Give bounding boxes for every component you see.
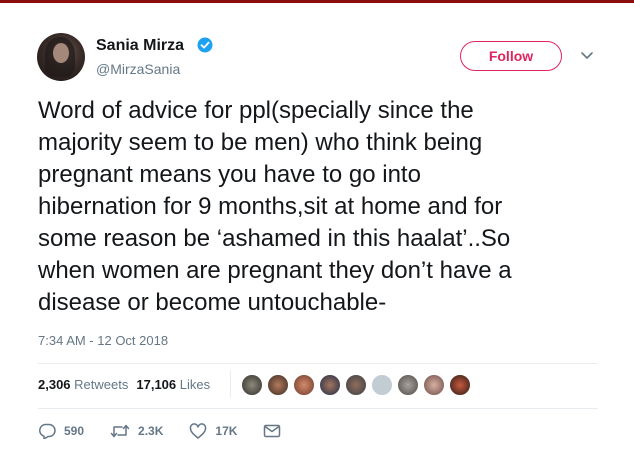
follow-button[interactable]: Follow <box>460 41 562 71</box>
liker-avatar[interactable] <box>397 374 419 396</box>
retweet-count: 2.3K <box>138 424 164 438</box>
reply-icon <box>38 423 56 439</box>
divider <box>38 363 598 364</box>
liker-avatar[interactable] <box>371 374 393 396</box>
liker-avatar[interactable] <box>241 374 263 396</box>
direct-message-icon <box>264 424 281 438</box>
tweet-actions: 590 2.3K 17K <box>38 423 315 439</box>
retweet-icon <box>110 424 130 438</box>
liker-avatars <box>241 374 475 396</box>
likes-label: Likes <box>179 377 211 392</box>
avatar[interactable] <box>37 33 85 81</box>
tweet-timestamp[interactable]: 7:34 AM - 12 Oct 2018 <box>38 333 168 348</box>
reply-button[interactable]: 590 <box>38 423 84 439</box>
liker-avatar[interactable] <box>423 374 445 396</box>
direct-message-button[interactable] <box>263 424 289 438</box>
like-button[interactable]: 17K <box>189 423 237 439</box>
window-top-border <box>0 0 634 3</box>
engagement-stats: 2,306 Retweets 17,106 Likes <box>38 377 218 392</box>
like-count: 17K <box>215 424 238 438</box>
likes-count: 17,106 <box>136 377 177 392</box>
liker-avatar[interactable] <box>345 374 367 396</box>
retweets-stat[interactable]: 2,306 Retweets <box>38 377 128 392</box>
liker-avatar[interactable] <box>293 374 315 396</box>
retweets-label: Retweets <box>74 377 129 392</box>
retweets-count: 2,306 <box>38 377 71 392</box>
liker-avatar[interactable] <box>319 374 341 396</box>
avatar-face <box>53 43 69 63</box>
reply-count: 590 <box>64 424 85 438</box>
stats-separator <box>230 370 231 398</box>
author-name[interactable]: Sania Mirza <box>96 37 184 55</box>
liker-avatar[interactable] <box>267 374 289 396</box>
retweet-button[interactable]: 2.3K <box>110 423 163 439</box>
verified-badge-icon <box>197 37 213 53</box>
liker-avatar[interactable] <box>449 374 471 396</box>
chevron-down-icon[interactable] <box>580 51 594 61</box>
author-handle[interactable]: @MirzaSania <box>96 61 180 77</box>
likes-stat[interactable]: 17,106 Likes <box>136 377 210 392</box>
tweet-text: Word of advice for ppl(specially since t… <box>38 97 512 316</box>
divider <box>38 408 598 409</box>
like-icon <box>190 423 207 439</box>
